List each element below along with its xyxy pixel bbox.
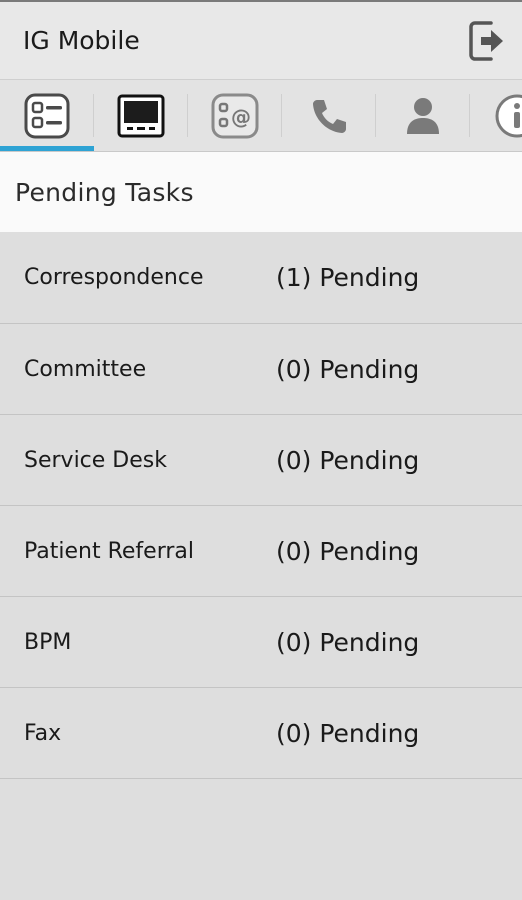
monitor-icon (117, 94, 165, 137)
task-pending-count: (0) Pending (276, 354, 420, 384)
task-pending-count: (1) Pending (276, 263, 420, 292)
info-icon (495, 94, 522, 137)
tab-monitor[interactable] (94, 80, 188, 151)
tab-info[interactable] (470, 80, 522, 151)
task-pending-count: (0) Pending (276, 627, 420, 657)
task-pending-count: (0) Pending (276, 445, 420, 475)
task-name: Committee (24, 356, 147, 382)
contact-email-icon: @ (211, 93, 259, 138)
task-row-service-desk[interactable]: Service Desk (0) Pending (0, 415, 522, 506)
task-row-committee[interactable]: Committee (0) Pending (0, 324, 522, 415)
task-name: BPM (24, 629, 72, 655)
task-list: Correspondence (1) Pending Committee (0)… (0, 232, 522, 779)
tab-tasks[interactable] (0, 80, 94, 151)
task-pending-count: (0) Pending (276, 536, 420, 566)
action-bar: IG Mobile (0, 2, 522, 80)
tab-bar: @ (0, 80, 522, 152)
task-name: Service Desk (24, 447, 167, 473)
phone-icon (313, 99, 346, 133)
task-pending-count: (0) Pending (276, 718, 420, 748)
task-name: Correspondence (24, 265, 204, 290)
task-name: Patient Referral (24, 538, 195, 564)
task-name: Fax (24, 720, 62, 746)
app-window: IG Mobile @ Pending Tasks Correspondence… (0, 0, 522, 900)
tab-phone[interactable] (282, 80, 376, 151)
section-title: Pending Tasks (0, 152, 522, 232)
active-tab-indicator (0, 146, 94, 151)
logout-icon (469, 20, 503, 61)
task-list-icon (24, 93, 70, 138)
tab-profile[interactable] (376, 80, 470, 151)
svg-text:@: @ (231, 105, 251, 129)
task-row-correspondence[interactable]: Correspondence (1) Pending (0, 232, 522, 324)
task-row-patient-referral[interactable]: Patient Referral (0) Pending (0, 506, 522, 597)
app-title: IG Mobile (23, 26, 140, 55)
task-row-bpm[interactable]: BPM (0) Pending (0, 597, 522, 688)
person-icon (407, 97, 439, 134)
tab-contacts[interactable]: @ (188, 80, 282, 151)
task-row-fax[interactable]: Fax (0) Pending (0, 688, 522, 779)
logout-button[interactable] (464, 18, 510, 64)
